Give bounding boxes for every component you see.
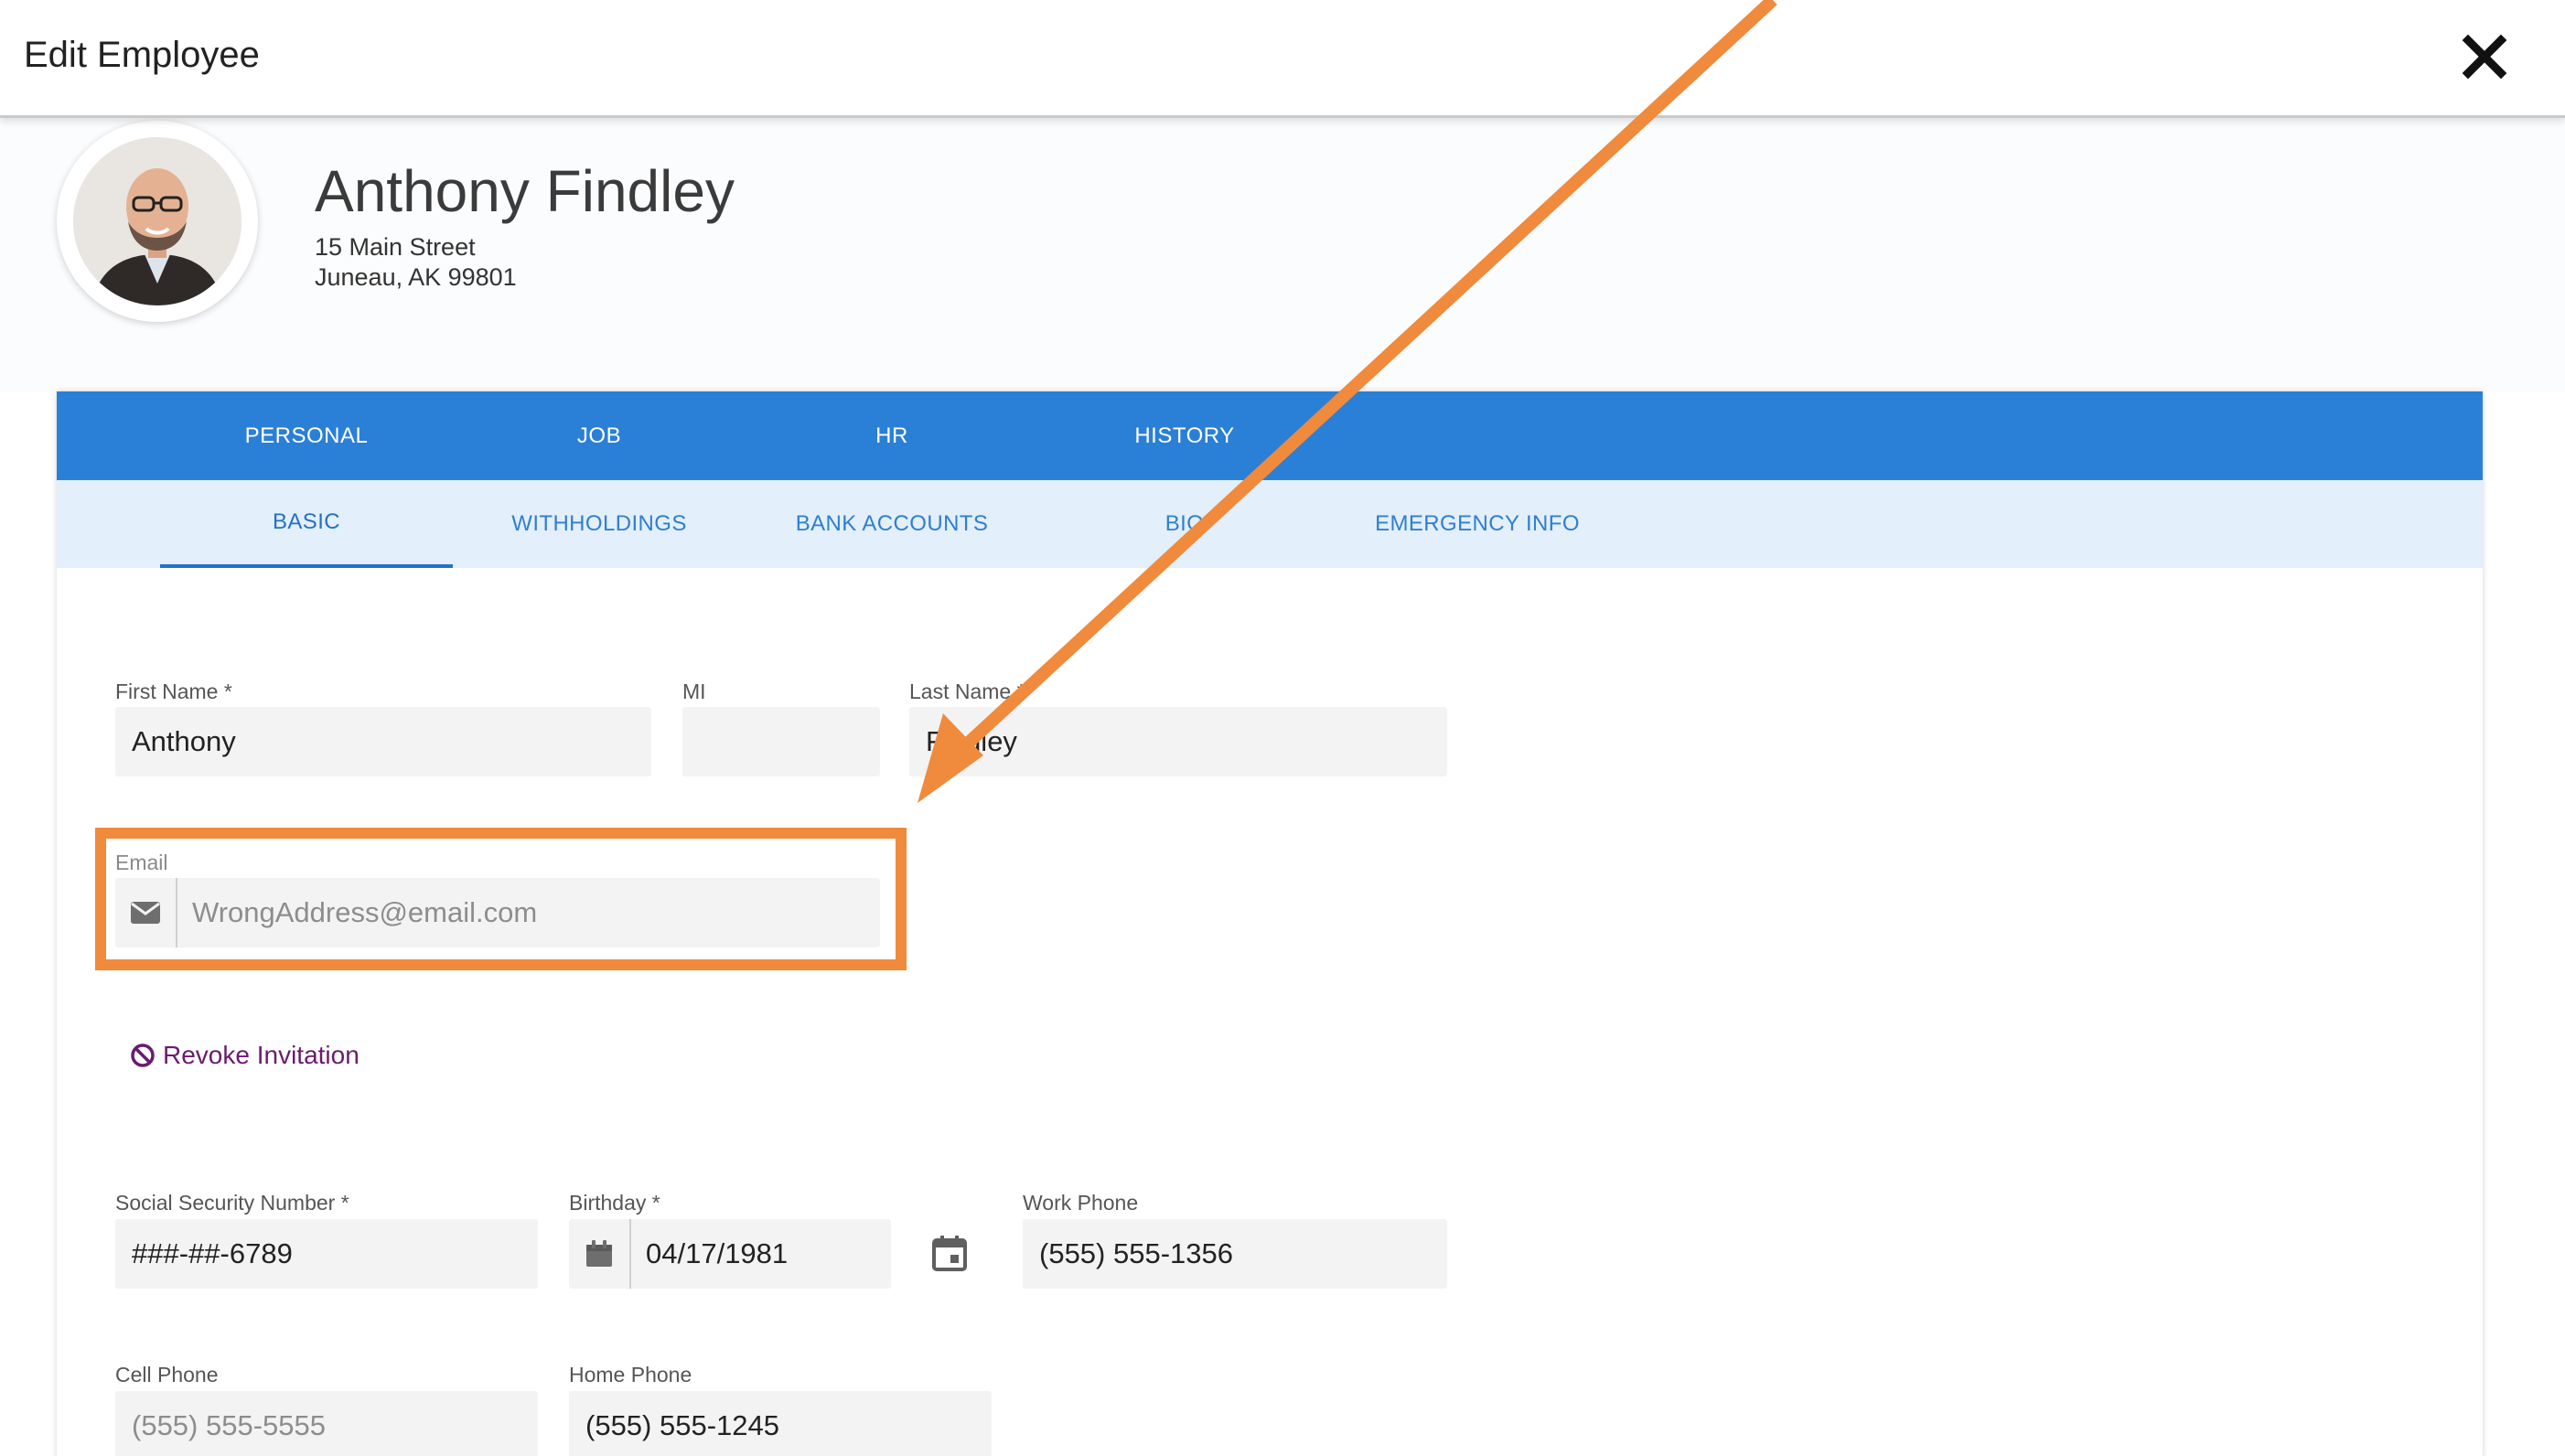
employee-address: 15 Main Street Juneau, AK 99801 <box>315 232 517 293</box>
email-label: Email <box>115 851 168 874</box>
address-line-2: Juneau, AK 99801 <box>315 263 517 291</box>
last-name-field[interactable]: Findley <box>909 707 1447 776</box>
employee-name: Anthony Findley <box>315 158 735 224</box>
tab-history[interactable]: HISTORY <box>1038 391 1331 480</box>
avatar <box>57 121 258 322</box>
cell-phone-label: Cell Phone <box>115 1363 219 1386</box>
last-name-label: Last Name * <box>909 680 1025 703</box>
dialog-title: Edit Employee <box>24 35 260 75</box>
work-phone-field[interactable]: (555) 555-1356 <box>1023 1219 1447 1289</box>
close-icon <box>2462 34 2507 80</box>
avatar-photo <box>73 137 241 305</box>
tab-personal[interactable]: PERSONAL <box>160 391 453 480</box>
tab-job[interactable]: JOB <box>453 391 746 480</box>
subtab-bio[interactable]: BIO <box>1038 480 1331 568</box>
home-phone-label: Home Phone <box>569 1363 692 1386</box>
calendar-picker-button[interactable] <box>929 1233 970 1273</box>
dialog-header: Edit Employee <box>0 0 2565 118</box>
work-phone-label: Work Phone <box>1023 1191 1139 1215</box>
block-icon <box>131 1044 155 1067</box>
address-line-1: 15 Main Street <box>315 233 476 261</box>
envelope-icon <box>115 878 177 947</box>
close-button[interactable] <box>2461 33 2508 80</box>
ssn-field[interactable]: ###-##-6789 <box>115 1219 538 1289</box>
tab-hr[interactable]: HR <box>746 391 1038 480</box>
first-name-field[interactable]: Anthony <box>115 707 651 776</box>
calendar-picker-icon <box>932 1236 967 1271</box>
birthday-label: Birthday * <box>569 1191 660 1215</box>
mi-label: MI <box>682 680 706 703</box>
revoke-invitation-link[interactable]: Revoke Invitation <box>130 1039 360 1072</box>
calendar-icon <box>569 1219 631 1289</box>
subtab-withholdings[interactable]: WITHHOLDINGS <box>453 480 746 568</box>
first-name-label: First Name * <box>115 680 232 703</box>
birthday-value: 04/17/1981 <box>646 1237 789 1269</box>
subtab-basic[interactable]: BASIC <box>160 480 453 568</box>
home-phone-field[interactable]: (555) 555-1245 <box>569 1391 992 1456</box>
email-value: WrongAddress@email.com <box>192 896 538 928</box>
main-tab-bar: PERSONAL JOB HR HISTORY <box>57 391 2483 480</box>
mi-field[interactable] <box>682 707 880 776</box>
cell-phone-field[interactable]: (555) 555-5555 <box>115 1391 538 1456</box>
birthday-field[interactable]: 04/17/1981 <box>569 1219 891 1289</box>
subtab-bank-accounts[interactable]: BANK ACCOUNTS <box>746 480 1038 568</box>
sub-tab-bar: BASIC WITHHOLDINGS BANK ACCOUNTS BIO EME… <box>57 480 2483 568</box>
email-field[interactable]: WrongAddress@email.com <box>115 878 880 947</box>
revoke-invitation-label: Revoke Invitation <box>163 1041 360 1069</box>
ssn-label: Social Security Number * <box>115 1191 349 1215</box>
subtab-emergency-info[interactable]: EMERGENCY INFO <box>1331 480 1624 568</box>
